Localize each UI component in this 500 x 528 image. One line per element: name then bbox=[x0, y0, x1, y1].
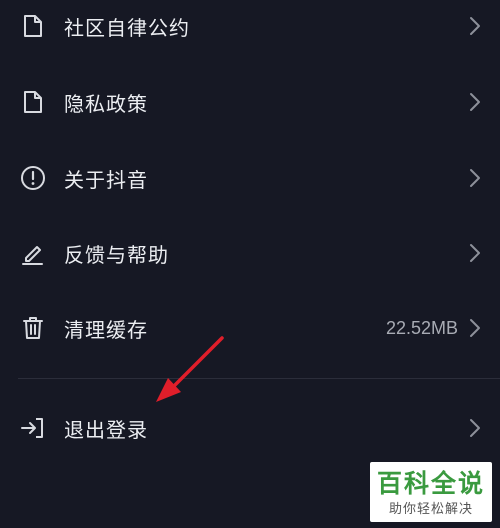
settings-item-label: 清理缓存 bbox=[64, 317, 148, 342]
document-icon bbox=[20, 89, 46, 115]
settings-item-logout[interactable]: 退出登录 bbox=[0, 398, 500, 458]
document-icon bbox=[20, 13, 46, 39]
info-circle-icon bbox=[20, 165, 46, 191]
trash-icon bbox=[20, 315, 46, 341]
settings-item-feedback-help[interactable]: 反馈与帮助 bbox=[0, 223, 500, 283]
chevron-right-icon bbox=[468, 15, 482, 37]
watermark-title: 百科全说 bbox=[376, 469, 485, 498]
settings-item-label: 社区自律公约 bbox=[64, 15, 190, 40]
settings-item-label: 反馈与帮助 bbox=[64, 242, 169, 267]
chevron-right-icon bbox=[468, 317, 482, 339]
settings-item-label: 退出登录 bbox=[64, 417, 148, 442]
edit-pencil-icon bbox=[20, 240, 46, 266]
settings-item-community-guidelines[interactable]: 社区自律公约 bbox=[0, 0, 500, 56]
chevron-right-icon bbox=[468, 167, 482, 189]
settings-item-label: 关于抖音 bbox=[64, 167, 148, 192]
settings-item-label: 隐私政策 bbox=[64, 91, 148, 116]
chevron-right-icon bbox=[468, 417, 482, 439]
watermark-logo: 百科全说 助你轻松解决 bbox=[370, 462, 492, 522]
section-divider bbox=[18, 378, 500, 379]
chevron-right-icon bbox=[468, 91, 482, 113]
settings-item-about[interactable]: 关于抖音 bbox=[0, 148, 500, 208]
settings-item-clear-cache[interactable]: 清理缓存 22.52MB bbox=[0, 298, 500, 358]
watermark-subtitle: 助你轻松解决 bbox=[388, 502, 473, 517]
logout-icon bbox=[20, 415, 46, 441]
cache-size-value: 22.52MB bbox=[385, 317, 458, 338]
settings-item-privacy-policy[interactable]: 隐私政策 bbox=[0, 72, 500, 132]
chevron-right-icon bbox=[468, 242, 482, 264]
